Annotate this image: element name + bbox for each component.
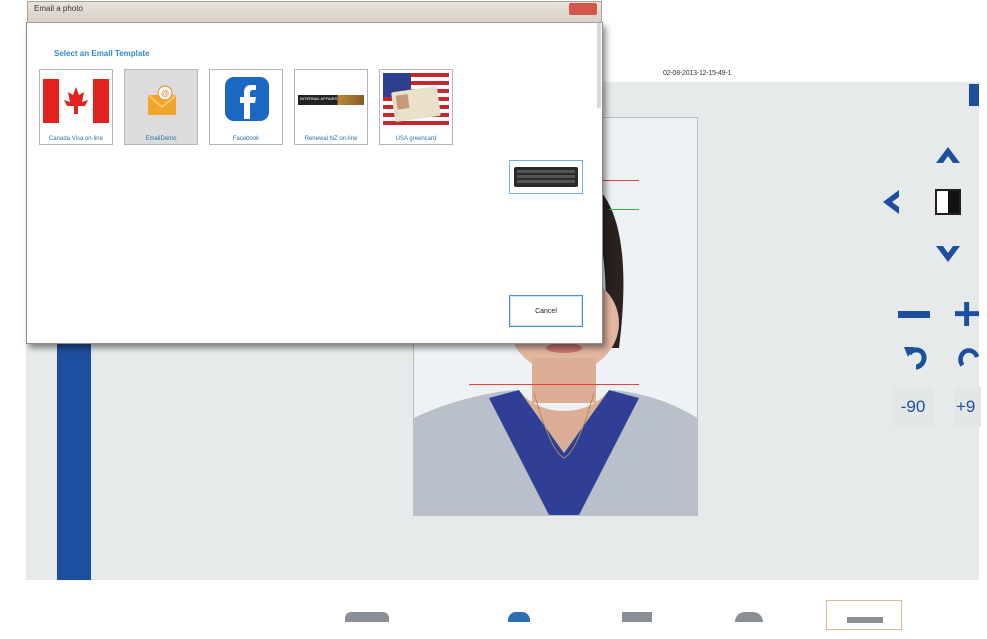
dialog-scrollbar[interactable] bbox=[597, 23, 601, 108]
email-template-dialog: Email a photo Select an Email Template C… bbox=[26, 1, 603, 344]
toolbar-item-2-icon[interactable] bbox=[508, 612, 530, 622]
guide-line-chin bbox=[469, 384, 639, 385]
toolbar-item-selected[interactable] bbox=[826, 600, 902, 630]
move-down-button[interactable] bbox=[929, 236, 967, 274]
template-label: Canada Visa on-line bbox=[49, 136, 103, 142]
template-usa-greencard[interactable]: USA greencard bbox=[379, 69, 453, 145]
toolbar-item-3-icon[interactable] bbox=[622, 612, 652, 622]
rotate-left-icon bbox=[904, 347, 927, 370]
template-canada-visa[interactable]: Canada Visa on-line bbox=[39, 69, 113, 145]
dialog-title: Email a photo bbox=[34, 4, 83, 13]
template-label: EmailDemo bbox=[145, 136, 177, 142]
close-icon[interactable] bbox=[569, 3, 597, 15]
keyboard-icon bbox=[514, 167, 578, 187]
dialog-heading: Select an Email Template bbox=[54, 49, 150, 58]
svg-text:@: @ bbox=[161, 89, 169, 98]
contrast-icon bbox=[935, 189, 961, 215]
usa-greencard-icon bbox=[383, 73, 449, 129]
guide-line-eyes bbox=[609, 209, 639, 210]
zoom-in-button[interactable] bbox=[955, 295, 979, 333]
contrast-button[interactable] bbox=[929, 183, 967, 221]
arrow-down-icon bbox=[936, 246, 960, 262]
photo-timestamp: 02-08-2013-12-15-49-1 bbox=[663, 70, 732, 77]
email-envelope-icon: @ bbox=[128, 73, 194, 129]
internal-affairs-banner-icon: INTERNAL AFFAIRS bbox=[298, 73, 364, 129]
toolbar-item-1-icon[interactable] bbox=[345, 612, 389, 622]
template-label: Facebook bbox=[232, 136, 260, 142]
plus-icon bbox=[955, 302, 979, 326]
rotate-left-button[interactable] bbox=[897, 338, 935, 376]
rotate-right-icon bbox=[958, 348, 979, 367]
banner-text: INTERNAL AFFAIRS bbox=[300, 96, 338, 101]
rotate-minus90-button[interactable]: -90 bbox=[893, 387, 933, 427]
rotate-plus90-button[interactable]: +9 bbox=[955, 387, 981, 427]
corner-arrow-icon[interactable] bbox=[969, 84, 979, 106]
minus-icon bbox=[898, 310, 930, 318]
keyboard-button[interactable] bbox=[509, 160, 583, 194]
rotate-right-button[interactable] bbox=[955, 338, 979, 376]
move-up-button[interactable] bbox=[929, 135, 967, 173]
zoom-out-button[interactable] bbox=[895, 295, 933, 333]
template-email-demo[interactable]: @ EmailDemo bbox=[124, 69, 198, 145]
toolbar-item-5-icon bbox=[847, 617, 883, 623]
move-left-button[interactable] bbox=[871, 183, 909, 221]
arrow-left-icon bbox=[883, 190, 899, 214]
facebook-icon bbox=[213, 73, 279, 129]
canada-flag-icon bbox=[43, 73, 109, 129]
dialog-titlebar[interactable]: Email a photo bbox=[27, 1, 602, 23]
template-facebook[interactable]: Facebook bbox=[209, 69, 283, 145]
toolbar-item-4-icon[interactable] bbox=[735, 612, 763, 622]
template-renewal-nz[interactable]: INTERNAL AFFAIRS Renewal NZ on-line bbox=[294, 69, 368, 145]
arrow-up-icon bbox=[936, 147, 960, 163]
cancel-button[interactable]: Cancel bbox=[509, 295, 583, 327]
template-label: USA greencard bbox=[395, 136, 437, 142]
template-label: Renewal NZ on-line bbox=[304, 136, 358, 142]
